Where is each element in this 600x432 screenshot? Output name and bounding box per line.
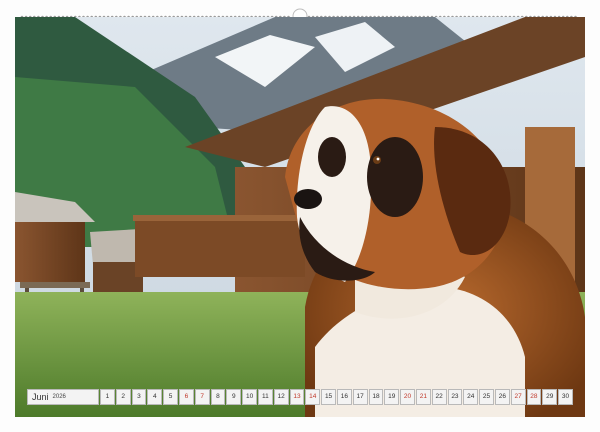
day-cell: 3 [131, 389, 147, 405]
day-cell: 8 [210, 389, 226, 405]
day-cell: 28 [526, 389, 542, 405]
day-cell: 9 [226, 389, 242, 405]
month-label: Juni 2026 [27, 389, 99, 405]
saint-bernard-photo [15, 17, 585, 417]
day-cell: 18 [368, 389, 384, 405]
day-cell: 23 [447, 389, 463, 405]
day-cell: 25 [479, 389, 494, 405]
day-cell: 4 [147, 389, 163, 405]
day-cell: 27 [510, 389, 526, 405]
day-cell: 15 [321, 389, 336, 405]
day-cell: 20 [400, 389, 415, 405]
day-cell: 30 [558, 389, 573, 405]
month-name: Juni [32, 392, 49, 402]
calendar-page: Juni 2026 1 2 3 4 5 6 7 8 9 10 11 12 13 14 15 16 17 18 19 2… [0, 0, 600, 432]
dog-nose [294, 189, 322, 209]
day-cell: 14 [305, 389, 321, 405]
day-cell: 2 [115, 389, 131, 405]
day-cell: 22 [431, 389, 447, 405]
day-cell: 6 [178, 389, 194, 405]
day-cell: 7 [194, 389, 210, 405]
day-cell: 21 [415, 389, 431, 405]
day-cell: 29 [542, 389, 558, 405]
day-cell: 16 [336, 389, 352, 405]
day-cell: 24 [463, 389, 479, 405]
day-cell: 5 [163, 389, 178, 405]
day-cell: 10 [242, 389, 257, 405]
day-cell: 13 [289, 389, 305, 405]
day-cell: 12 [273, 389, 289, 405]
day-cell: 26 [494, 389, 510, 405]
day-cell: 11 [257, 389, 273, 405]
day-cell: 17 [352, 389, 368, 405]
day-cell: 19 [384, 389, 400, 405]
date-strip: Juni 2026 1 2 3 4 5 6 7 8 9 10 11 12 13 14 15 16 17 18 19 2… [27, 389, 573, 405]
day-cell: 1 [100, 389, 115, 405]
dog-eye [373, 156, 381, 164]
year-label: 2026 [52, 394, 66, 400]
